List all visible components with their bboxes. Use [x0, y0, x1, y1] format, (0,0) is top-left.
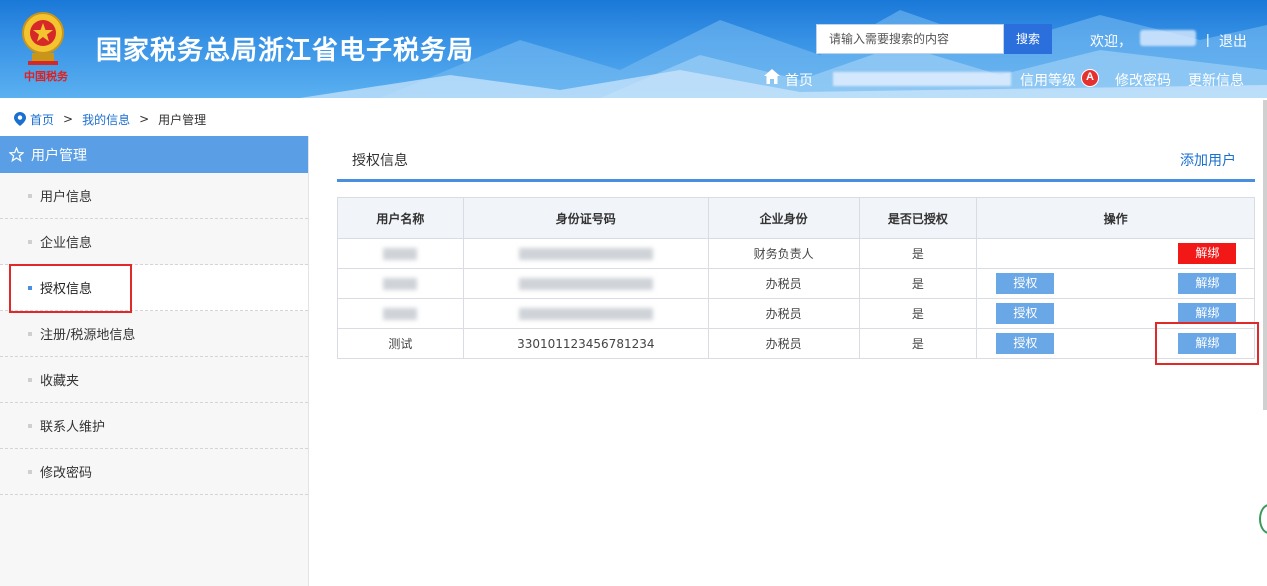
sidebar-item-contacts[interactable]: 联系人维护 — [0, 403, 308, 449]
floating-assistant-icon[interactable] — [1259, 504, 1267, 534]
sidebar-item-enterprise-info[interactable]: 企业信息 — [0, 219, 308, 265]
search-input[interactable]: 请输入需要搜索的内容 — [816, 24, 1004, 54]
breadcrumb: 首页 > 我的信息 > 用户管理 — [14, 110, 206, 128]
sidebar-item-label: 联系人维护 — [40, 420, 106, 435]
bullet-icon — [28, 377, 32, 382]
breadcrumb-home[interactable]: 首页 — [30, 111, 54, 128]
bullet-icon — [28, 423, 32, 428]
redacted-id-number — [518, 248, 653, 260]
bullet-icon — [28, 469, 32, 474]
column-header-username: 用户名称 — [337, 197, 464, 239]
redacted-id-number — [518, 278, 653, 290]
sidebar-item-label: 用户信息 — [40, 190, 93, 205]
sidebar-item-label: 注册/税源地信息 — [40, 328, 136, 343]
table-header-row: 用户名称 身份证号码 企业身份 是否已授权 操作 — [337, 197, 1255, 239]
cell-authorized: 是 — [858, 268, 978, 299]
redacted-username — [1140, 30, 1196, 46]
cell-id-number — [462, 298, 709, 329]
location-pin-icon — [14, 112, 26, 126]
sidebar: 用户管理 用户信息 企业信息 授权信息 注册/税源地信息 收藏夹 联系人维护 修… — [0, 136, 309, 586]
home-icon[interactable] — [763, 68, 781, 85]
unbind-button[interactable]: 解绑 — [1178, 303, 1237, 324]
unbind-button[interactable]: 解绑 — [1178, 243, 1237, 264]
sidebar-item-favorites[interactable]: 收藏夹 — [0, 357, 308, 403]
home-link[interactable]: 首页 — [785, 70, 813, 90]
site-title: 国家税务总局浙江省电子税务局 — [96, 36, 475, 66]
breadcrumb-separator: > — [139, 112, 150, 126]
cell-authorized: 是 — [858, 298, 978, 329]
sidebar-item-change-password[interactable]: 修改密码 — [0, 449, 308, 495]
site-header: 中国税务 国家税务总局浙江省电子税务局 请输入需要搜索的内容 搜索 欢迎， | … — [0, 0, 1267, 98]
header-separator: | — [1206, 31, 1210, 47]
sidebar-header: 用户管理 — [0, 136, 308, 173]
cell-username — [337, 298, 464, 329]
unbind-button[interactable]: 解绑 — [1178, 273, 1237, 294]
credit-level-label: 信用等级 — [1020, 73, 1076, 89]
table-row: 办税员 是 授权 解绑 — [337, 298, 1255, 329]
cell-actions: 解绑 — [976, 238, 1255, 269]
cell-authorized: 是 — [858, 238, 978, 269]
column-header-actions: 操作 — [976, 197, 1255, 239]
authorize-button[interactable]: 授权 — [996, 273, 1055, 294]
tax-emblem-icon — [22, 12, 64, 65]
welcome-text: 欢迎， — [1090, 34, 1132, 50]
highlight-box-unbind — [1155, 322, 1259, 365]
sidebar-item-registration-info[interactable]: 注册/税源地信息 — [0, 311, 308, 357]
cell-role: 办税员 — [707, 268, 860, 299]
section-title: 授权信息 — [352, 153, 408, 169]
cell-role: 办税员 — [707, 328, 860, 359]
cell-username: 测试 — [337, 328, 464, 359]
cell-username — [337, 268, 464, 299]
cell-authorized: 是 — [858, 328, 978, 359]
authorize-button[interactable]: 授权 — [996, 333, 1055, 354]
sidebar-item-label: 修改密码 — [40, 466, 93, 481]
change-password-link[interactable]: 修改密码 — [1115, 70, 1171, 90]
sidebar-item-label: 企业信息 — [40, 236, 93, 251]
add-user-link[interactable]: 添加用户 — [1180, 150, 1236, 170]
cell-id-number — [462, 268, 709, 299]
section-divider — [337, 179, 1255, 182]
sidebar-item-user-info[interactable]: 用户信息 — [0, 173, 308, 219]
star-icon — [9, 147, 24, 162]
breadcrumb-current: 用户管理 — [158, 112, 207, 127]
sidebar-item-label: 收藏夹 — [40, 374, 80, 389]
highlight-box-sidebar — [9, 264, 132, 313]
cell-actions: 授权 解绑 — [976, 268, 1255, 299]
redacted-username — [383, 278, 418, 290]
logout-link[interactable]: 退出 — [1219, 31, 1247, 51]
redacted-username — [383, 248, 418, 260]
column-header-role: 企业身份 — [707, 197, 860, 239]
cell-id-number: 330101123456781234 — [462, 328, 709, 359]
breadcrumb-separator: > — [63, 112, 74, 126]
breadcrumb-my-info[interactable]: 我的信息 — [82, 111, 130, 128]
authorize-button[interactable]: 授权 — [996, 303, 1055, 324]
credit-level-badge: A — [1081, 69, 1099, 87]
cell-role: 办税员 — [707, 298, 860, 329]
bullet-icon — [28, 239, 32, 244]
column-header-id-number: 身份证号码 — [462, 197, 709, 239]
cell-id-number — [462, 238, 709, 269]
search-button[interactable]: 搜索 — [1004, 24, 1052, 54]
update-info-link[interactable]: 更新信息 — [1188, 70, 1244, 90]
bullet-icon — [28, 331, 32, 336]
table-row: 财务负责人 是 解绑 — [337, 238, 1255, 269]
table-row: 测试 330101123456781234 办税员 是 授权 解绑 — [337, 328, 1255, 359]
redacted-id-number — [518, 308, 653, 320]
authorization-table: 用户名称 身份证号码 企业身份 是否已授权 操作 财务负责人 是 解绑 办税员 … — [337, 197, 1255, 359]
page-scrollbar[interactable] — [1263, 100, 1267, 410]
seal-text: 中国税务 — [24, 70, 68, 83]
column-header-authorized: 是否已授权 — [858, 197, 978, 239]
cell-username — [337, 238, 464, 269]
redacted-company-name — [833, 72, 1011, 86]
table-row: 办税员 是 授权 解绑 — [337, 268, 1255, 299]
redacted-username — [383, 308, 418, 320]
bullet-icon — [28, 193, 32, 198]
sidebar-title: 用户管理 — [31, 147, 87, 164]
cell-role: 财务负责人 — [707, 238, 860, 269]
